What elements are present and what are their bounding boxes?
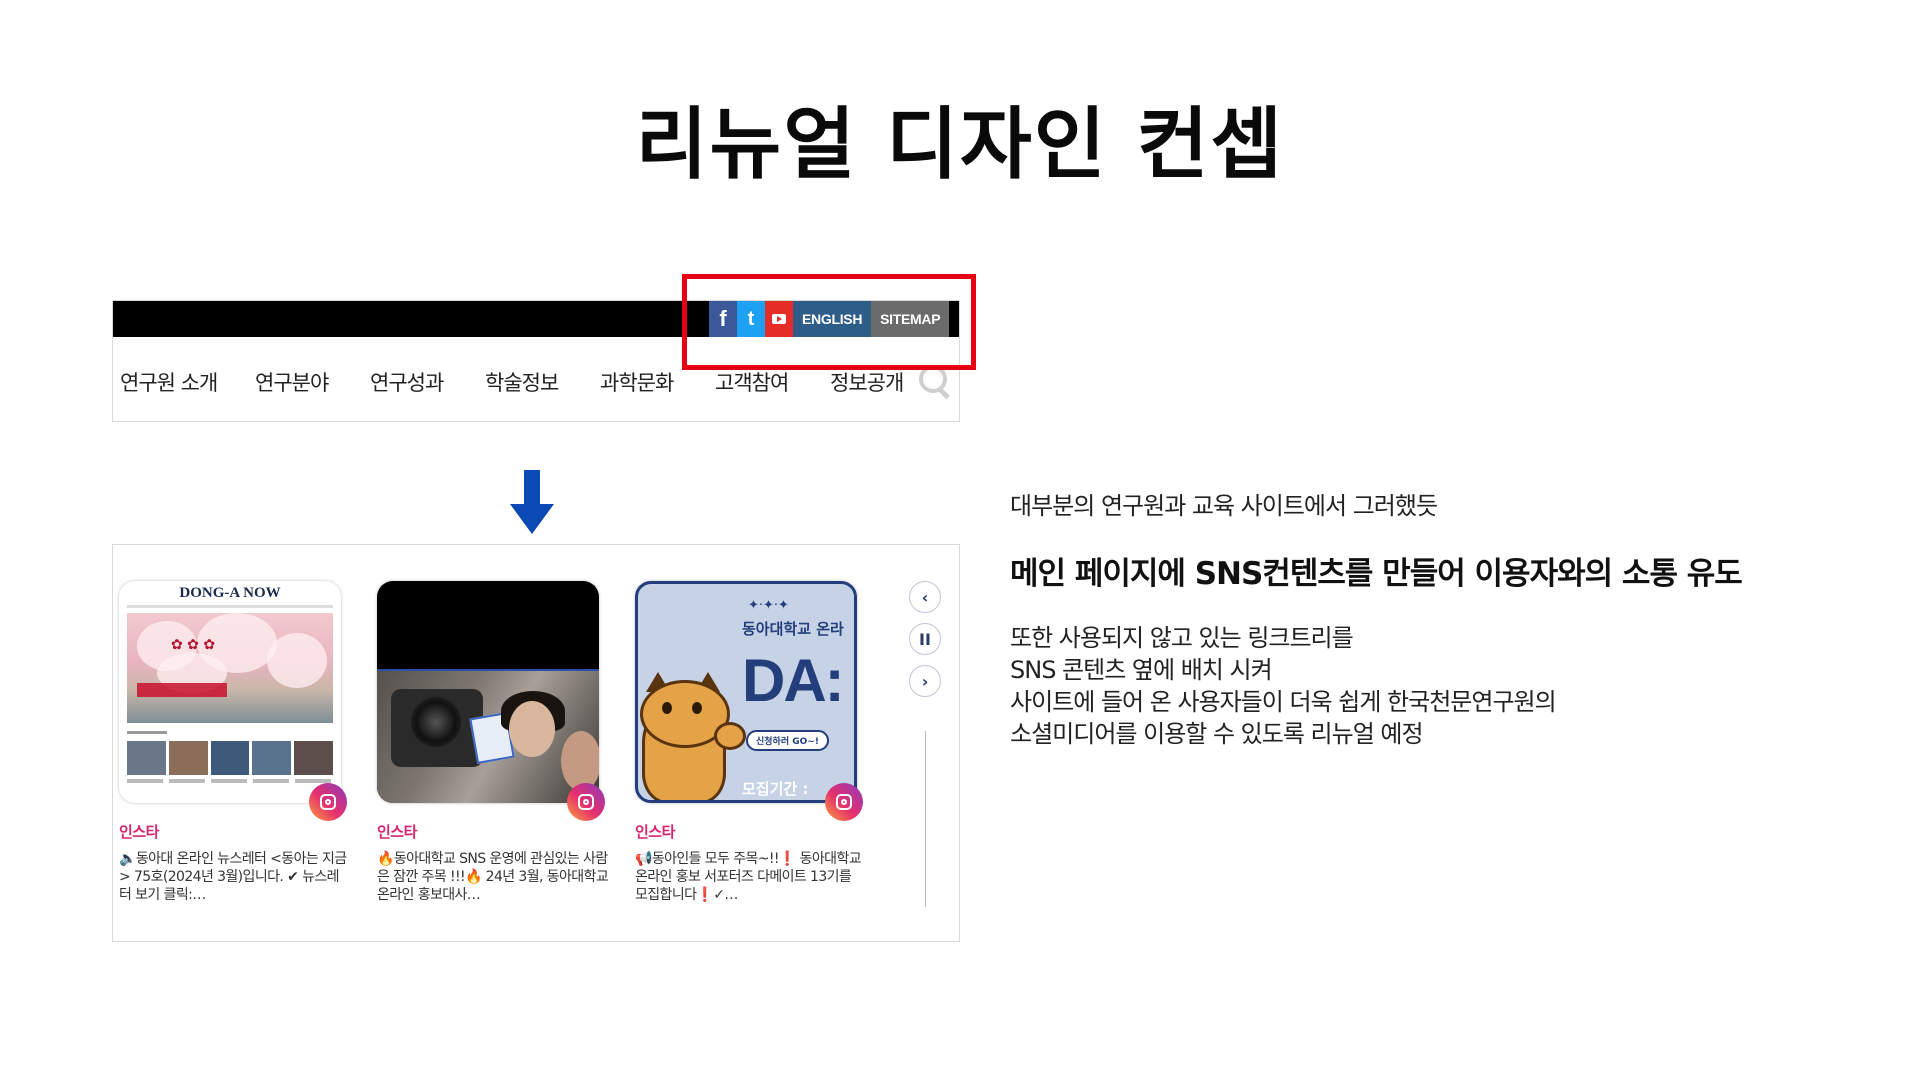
feed-card[interactable]: 인스타 🔥동아대학교 SNS 운영에 관심있는 사람은 잠깐 주목 !!!🔥 2… <box>377 581 609 904</box>
scrollbar[interactable] <box>925 731 926 907</box>
nav-item-culture[interactable]: 과학문화 <box>600 367 674 397</box>
nav-item-results[interactable]: 연구성과 <box>370 367 444 397</box>
intro-text: 대부분의 연구원과 교육 사이트에서 그러했듯 <box>1010 492 1438 520</box>
nav-item-participate[interactable]: 고객참여 <box>715 367 789 397</box>
feed-card[interactable]: ✦·✦·✦ 동아대학교 온라 DA: 신청하러 GO~! 모집기간 : 2024… <box>635 581 863 904</box>
body-line: 사이트에 들어 온 사용자들이 더욱 쉽게 한국천문연구원의 <box>1010 688 1557 716</box>
card-thumbnail[interactable] <box>377 581 599 803</box>
card-thumbnail[interactable]: ✦·✦·✦ 동아대학교 온라 DA: 신청하러 GO~! 모집기간 : 2024… <box>635 581 857 803</box>
newsletter-masthead: DONG-A NOW <box>179 585 281 601</box>
poster-cta: 신청하러 GO~! <box>746 730 829 751</box>
feed-card[interactable]: DONG-A NOW ✿ ✿ ✿ 인스타 🔈동아대 온라인 뉴스레터 <동아는 … <box>119 581 347 904</box>
instagram-icon[interactable] <box>825 783 863 821</box>
nav-item-research[interactable]: 연구분야 <box>255 367 329 397</box>
sns-feed-mockup: DONG-A NOW ✿ ✿ ✿ 인스타 🔈동아대 온라인 뉴스레터 <동아는 … <box>112 544 960 942</box>
body-line: 소셜미디어를 이용할 수 있도록 리뉴얼 예정 <box>1010 720 1424 748</box>
slide-title: 리뉴얼 디자인 컨셉 <box>635 100 1285 190</box>
instagram-icon[interactable] <box>309 783 347 821</box>
poster-logo: DA: <box>742 647 845 714</box>
poster-sparkle: ✦·✦·✦ <box>748 598 789 613</box>
next-button[interactable]: › <box>909 665 941 697</box>
body-line: SNS 콘텐츠 옆에 배치 시켜 <box>1010 656 1273 684</box>
highlight-box <box>682 274 976 370</box>
pause-button[interactable]: II <box>909 623 941 655</box>
poster-title: 동아대학교 온라 <box>742 620 844 638</box>
card-tag: 인스타 <box>377 823 417 841</box>
nav-item-disclosure[interactable]: 정보공개 <box>830 367 904 397</box>
headline-text: 메인 페이지에 SNS컨텐츠를 만들어 이용자와의 소통 유도 <box>1010 556 1743 592</box>
card-description[interactable]: 🔥동아대학교 SNS 운영에 관심있는 사람은 잠깐 주목 !!!🔥 24년 3… <box>377 850 609 904</box>
card-thumbnail[interactable]: DONG-A NOW ✿ ✿ ✿ <box>119 581 341 803</box>
down-arrow-icon <box>510 470 554 536</box>
body-line: 또한 사용되지 않고 있는 링크트리를 <box>1010 624 1354 652</box>
card-description[interactable]: 🔈동아대 온라인 뉴스레터 <동아는 지금> 75호(2024년 3월)입니다.… <box>119 850 351 904</box>
instagram-icon[interactable] <box>567 783 605 821</box>
nav-item-about[interactable]: 연구원 소개 <box>120 367 218 397</box>
prev-button[interactable]: ‹ <box>909 581 941 613</box>
body-text: 또한 사용되지 않고 있는 링크트리를 SNS 콘텐츠 옆에 배치 시켜 사이트… <box>1010 622 1557 750</box>
card-tag: 인스타 <box>635 823 675 841</box>
card-tag: 인스타 <box>119 823 159 841</box>
nav-item-academic[interactable]: 학술정보 <box>485 367 559 397</box>
hero-artwork: ✿ ✿ ✿ <box>171 637 216 653</box>
card-description[interactable]: 📢동아인들 모두 주목~!!❗ 동아대학교 온라인 홍보 서포터즈 다메이트 1… <box>635 850 867 904</box>
